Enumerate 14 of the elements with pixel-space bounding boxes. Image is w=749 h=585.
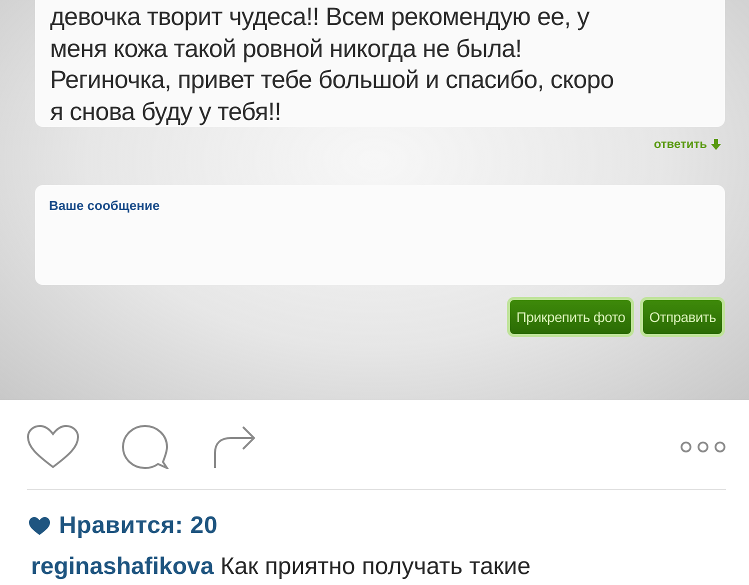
likes-count: Нравится: 20 [59,512,218,540]
caption-text: Как приятно получать такие [220,553,531,580]
send-button[interactable]: Отправить [640,297,725,337]
share-arrow-icon[interactable] [213,424,255,468]
heart-icon[interactable] [27,424,79,468]
message-field[interactable]: Ваше сообщение [35,185,725,285]
comment-icon[interactable] [121,424,169,468]
more-options-icon[interactable] [680,440,726,452]
comment-text: девочка творит чудеса!! Всем рекомендую ее, у меня кожа такой ровной никогда не была! Региночка, привет тебе большой и спасибо, скоро я снова буду у тебя!! [50,2,615,128]
reply-link[interactable]: ответить [654,137,721,151]
heart-icon [29,516,50,536]
down-arrow-icon [711,138,721,150]
username-link[interactable]: reginashafikova [31,553,214,580]
attach-photo-button[interactable]: Прикрепить фото [507,297,634,337]
